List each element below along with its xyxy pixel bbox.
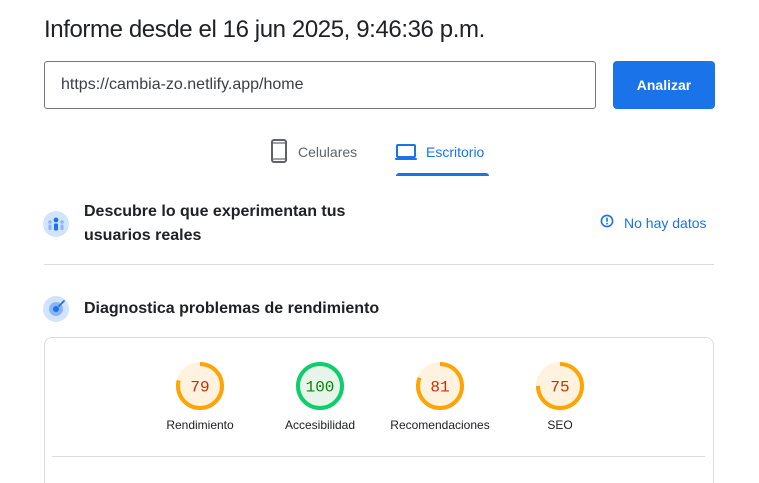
lighthouse-icon: [43, 296, 69, 322]
gauge-ring: 81: [416, 362, 464, 410]
tab-mobile[interactable]: Celulares: [268, 138, 357, 176]
tab-selected-indicator: [396, 173, 489, 176]
tab-desktop[interactable]: Escritorio: [394, 138, 484, 176]
score-value: 79: [190, 379, 209, 397]
score-label: SEO: [547, 418, 573, 432]
score-value: 75: [550, 379, 569, 397]
smartphone-icon: [268, 138, 290, 169]
score-gauge-performance[interactable]: 79 Rendimiento: [140, 361, 260, 432]
report-title: Informe desde el 16 jun 2025, 9:46:36 p.…: [44, 16, 485, 43]
score-value: 81: [430, 379, 449, 397]
tab-desktop-label: Escritorio: [426, 144, 485, 160]
tab-mobile-label: Celulares: [298, 144, 358, 160]
score-gauge-best-practices[interactable]: 81 Recomendaciones: [380, 361, 500, 432]
analyze-button[interactable]: Analizar: [613, 61, 715, 109]
card-divider: [52, 456, 705, 457]
laptop-icon: [394, 138, 418, 169]
score-gauge-seo[interactable]: 75 SEO: [500, 361, 620, 432]
gauge-ring: 100: [296, 362, 344, 410]
users-icon: [43, 211, 69, 237]
score-label: Rendimiento: [166, 418, 234, 432]
section-divider: [44, 264, 714, 265]
crux-section-title: Descubre lo que experimentan tus usuario…: [84, 203, 346, 244]
score-value: 100: [306, 379, 335, 397]
no-data-link[interactable]: No hay datos: [600, 214, 707, 231]
info-icon: [600, 214, 614, 231]
score-label: Recomendaciones: [390, 418, 490, 432]
score-label: Accesibilidad: [284, 418, 356, 432]
url-input[interactable]: [44, 61, 596, 109]
diagnostics-section-title: Diagnostica problemas de rendimiento: [84, 300, 380, 317]
score-gauge-accessibility[interactable]: 100 Accesibilidad: [260, 361, 380, 432]
no-data-label: No hay datos: [624, 214, 707, 231]
gauge-ring: 79: [176, 362, 224, 410]
gauge-ring: 75: [536, 362, 584, 410]
